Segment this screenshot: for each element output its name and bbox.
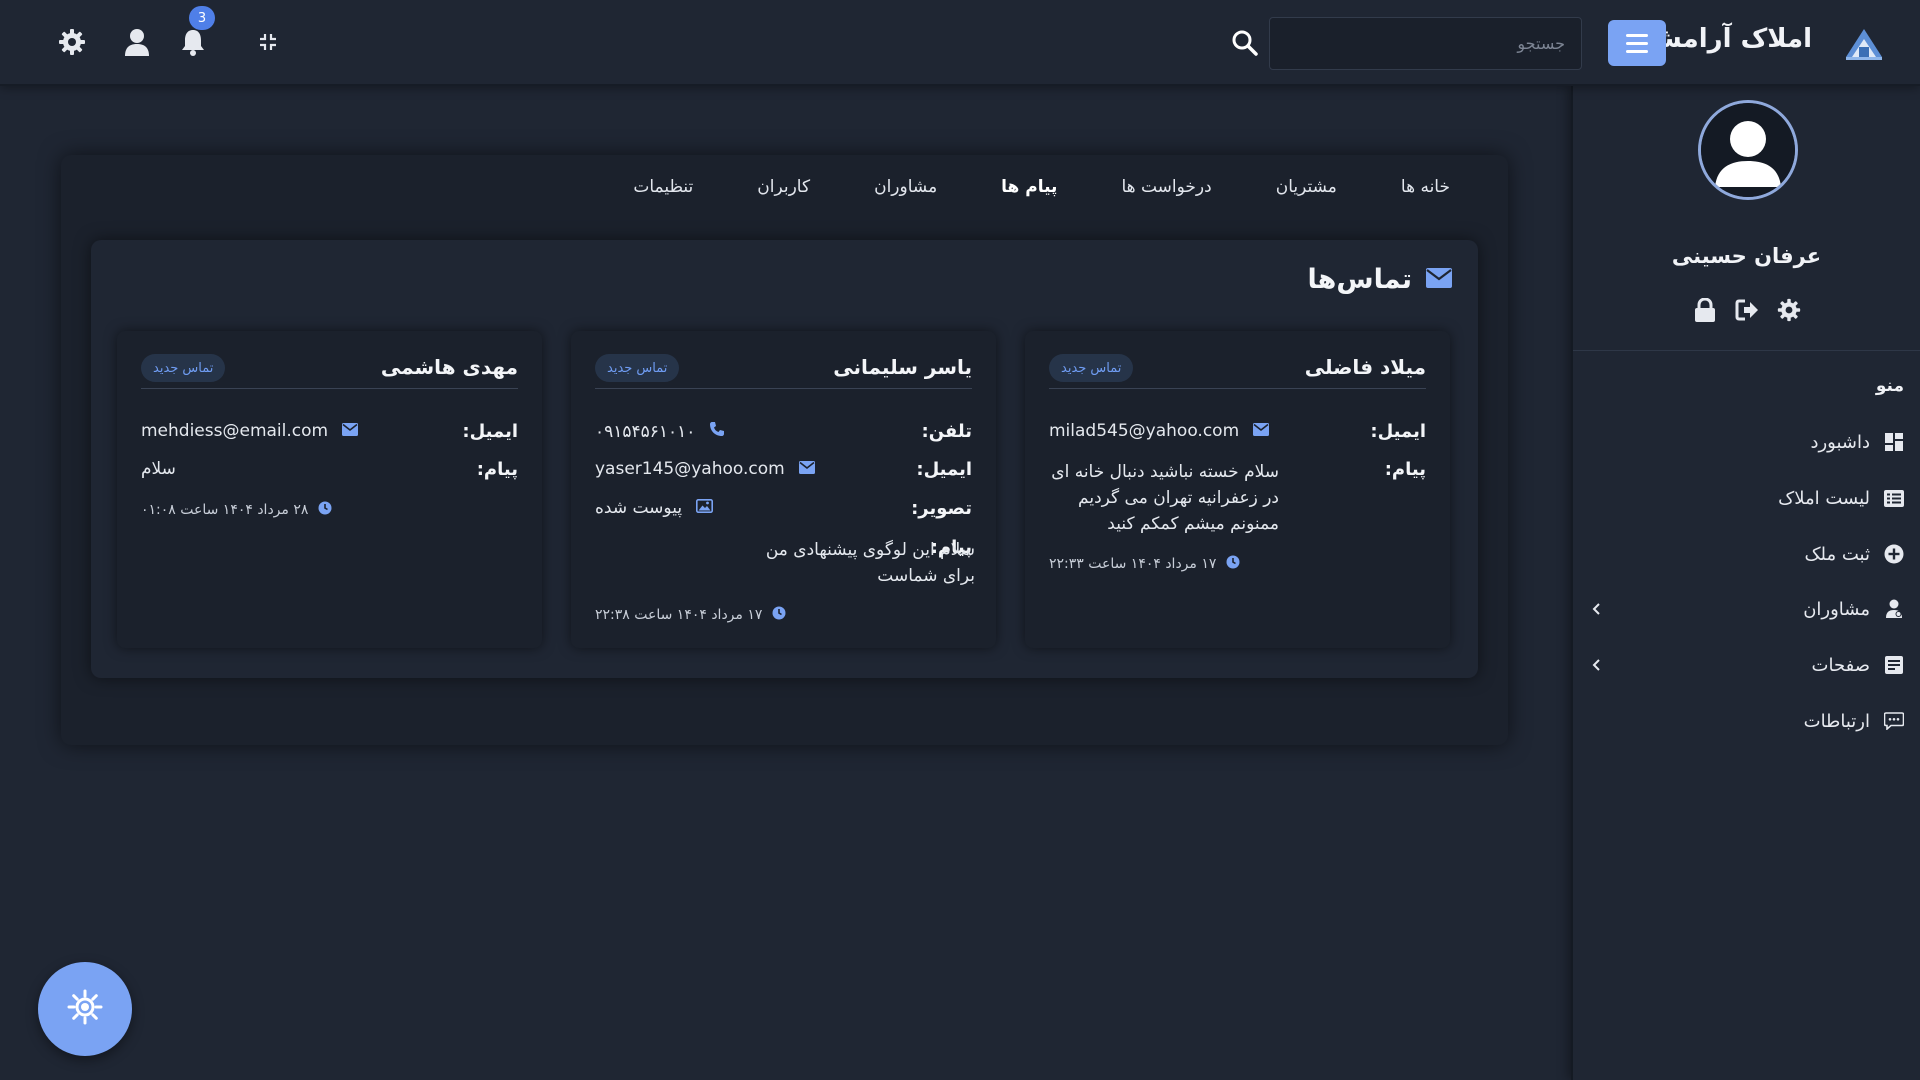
contact-name: یاسر سلیمانی <box>833 355 972 379</box>
clock-icon <box>318 501 332 519</box>
search-icon[interactable] <box>1230 28 1260 58</box>
contact-name: میلاد فاضلی <box>1304 355 1426 379</box>
status-badge: تماس جدید <box>595 354 680 382</box>
envelope-icon <box>798 459 815 479</box>
main-panel: خانه ها مشتریان درخواست ها پیام ها مشاور… <box>61 155 1508 745</box>
list-icon <box>1884 488 1904 508</box>
sidebar-item-label: صفحات <box>1811 654 1870 676</box>
user-icon[interactable] <box>121 26 153 58</box>
phone-label: تلفن: <box>921 421 972 442</box>
sidebar-item-pages[interactable]: صفحات <box>1587 645 1904 685</box>
contact-date: ۱۷ مرداد ۱۴۰۴ ساعت ۲۲:۳۸ <box>595 606 786 624</box>
theme-toggle-button[interactable] <box>38 962 132 1056</box>
lock-icon[interactable] <box>1693 298 1717 322</box>
image-label: تصویر: <box>911 498 972 519</box>
tab-bar: خانه ها مشتریان درخواست ها پیام ها مشاور… <box>61 169 1508 205</box>
clock-icon <box>772 606 786 624</box>
contact-message: سلام خسته نباشید دنبال خانه ای در زعفران… <box>1051 462 1279 534</box>
bell-icon[interactable] <box>177 26 209 58</box>
sidebar-item-add-property[interactable]: ثبت ملک <box>1587 534 1904 574</box>
envelope-icon <box>1253 421 1270 441</box>
notification-badge: 3 <box>189 6 215 30</box>
contact-date: ۲۸ مرداد ۱۴۰۴ ساعت ۰۱:۰۸ <box>141 501 332 519</box>
brand-name: املاک آرامش <box>1645 24 1812 54</box>
users-icon <box>1884 599 1904 619</box>
contact-card: میلاد فاضلی تماس جدید ایمیل: milad545@ya… <box>1025 331 1450 648</box>
user-name: عرفان حسینی <box>1671 244 1822 268</box>
contact-date: ۱۷ مرداد ۱۴۰۴ ساعت ۲۲:۳۳ <box>1049 555 1240 573</box>
contacts-title: تماس‌ها <box>1307 264 1413 295</box>
chat-icon <box>1884 711 1904 731</box>
phone-icon <box>709 421 725 442</box>
contact-name: مهدی هاشمی <box>380 355 518 379</box>
contact-email[interactable]: yaser145@yahoo.com <box>595 459 785 479</box>
contact-email[interactable]: mehdiess@email.com <box>141 421 328 441</box>
envelope-icon <box>342 421 359 441</box>
gear-icon[interactable] <box>56 26 88 58</box>
status-badge: تماس جدید <box>1049 354 1134 382</box>
sidebar-divider <box>1573 350 1920 351</box>
sidebar-item-label: لیست املاک <box>1778 487 1870 509</box>
status-badge: تماس جدید <box>141 354 226 382</box>
attachment-link[interactable]: پیوست شده <box>595 498 682 518</box>
sidebar-item-label: داشبورد <box>1810 431 1870 453</box>
logout-icon[interactable] <box>1735 298 1759 322</box>
message-label: پیام: <box>1384 459 1426 480</box>
email-label: ایمیل: <box>462 421 518 442</box>
envelope-icon <box>1426 264 1452 295</box>
tab-settings[interactable]: تنظیمات <box>633 169 693 205</box>
contact-card: یاسر سلیمانی تماس جدید تلفن: ۰۹۱۵۴۵۶۱۰۱۰… <box>571 331 996 648</box>
sidebar-item-label: ارتباطات <box>1803 710 1870 732</box>
menu-toggle-button[interactable] <box>1608 20 1666 66</box>
fullscreen-exit-icon[interactable] <box>252 26 284 58</box>
contacts-header: تماس‌ها <box>1307 264 1452 295</box>
pages-icon <box>1884 655 1904 675</box>
avatar[interactable] <box>1698 100 1798 200</box>
sidebar-item-label: مشاوران <box>1803 598 1870 620</box>
chevron-left-icon[interactable] <box>1587 599 1607 619</box>
sun-icon <box>67 989 103 1029</box>
sidebar: عرفان حسینی منو داشبورد لیست املاک ثبت م… <box>1571 86 1920 1080</box>
message-label: پیام: <box>476 459 518 480</box>
add-circle-icon <box>1884 544 1904 564</box>
sidebar-item-dashboard[interactable]: داشبورد <box>1587 422 1904 462</box>
tab-houses[interactable]: خانه ها <box>1401 169 1450 205</box>
contact-email[interactable]: milad545@yahoo.com <box>1049 421 1239 441</box>
email-label: ایمیل: <box>1370 421 1426 442</box>
contacts-section: تماس‌ها میلاد فاضلی تماس جدید ایمیل: mil… <box>91 240 1478 678</box>
dashboard-icon <box>1884 432 1904 452</box>
tab-users[interactable]: کاربران <box>757 169 810 205</box>
top-bar: املاک آرامش 3 <box>0 0 1920 86</box>
contact-phone[interactable]: ۰۹۱۵۴۵۶۱۰۱۰ <box>595 422 695 442</box>
tab-customers[interactable]: مشتریان <box>1276 169 1337 205</box>
contact-message: سلام این لوگوی پیشنهادی من برای شماست <box>765 540 975 586</box>
chevron-left-icon[interactable] <box>1587 655 1607 675</box>
sidebar-item-label: ثبت ملک <box>1804 543 1870 565</box>
image-icon <box>696 498 714 518</box>
brand-logo <box>1842 21 1886 65</box>
contact-card: مهدی هاشمی تماس جدید ایمیل: mehdiess@ema… <box>117 331 542 648</box>
search-input[interactable] <box>1269 17 1582 70</box>
sidebar-item-consultants[interactable]: مشاوران <box>1587 589 1904 629</box>
tab-requests[interactable]: درخواست ها <box>1121 169 1211 205</box>
sidebar-item-communications[interactable]: ارتباطات <box>1587 701 1904 741</box>
tab-consultants[interactable]: مشاوران <box>874 169 937 205</box>
user-actions <box>1573 298 1920 322</box>
clock-icon <box>1226 555 1240 573</box>
tab-messages[interactable]: پیام ها <box>1001 169 1057 205</box>
menu-title: منو <box>1875 376 1904 396</box>
email-label: ایمیل: <box>916 459 972 480</box>
contact-message: سلام <box>141 459 176 479</box>
sidebar-item-property-list[interactable]: لیست املاک <box>1587 478 1904 518</box>
settings-icon[interactable] <box>1777 298 1801 322</box>
